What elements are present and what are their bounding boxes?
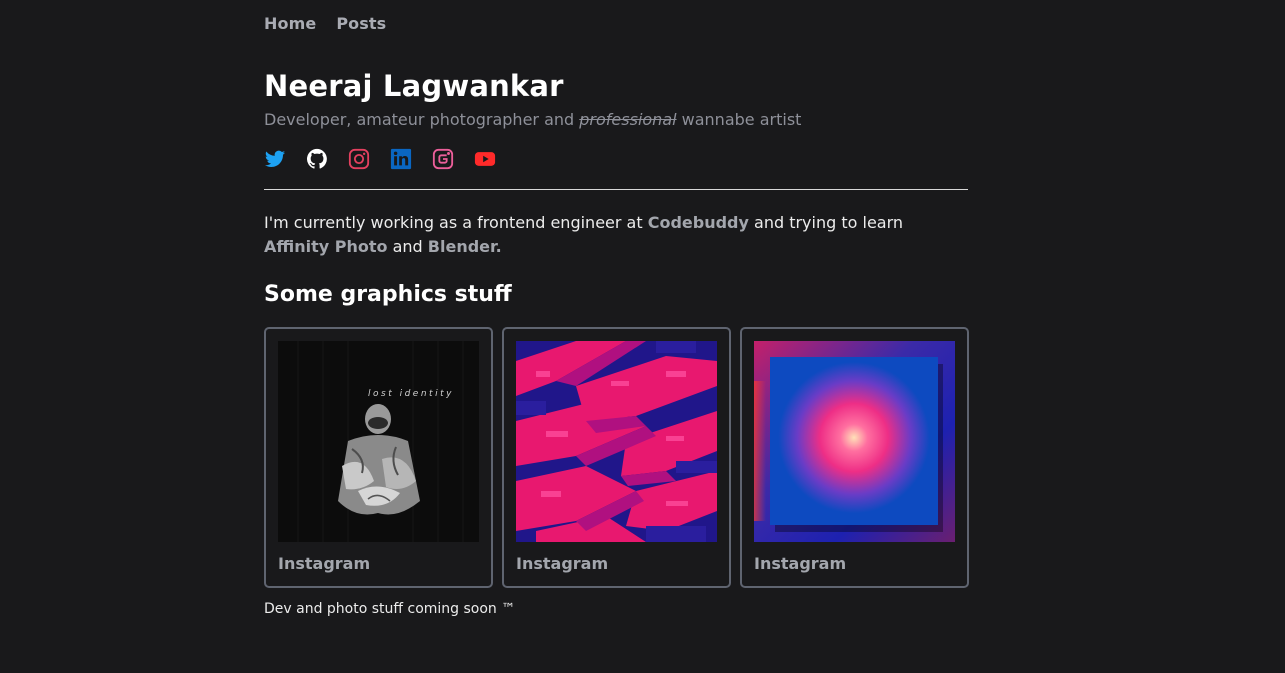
gradient-orb-artwork <box>754 341 955 542</box>
intro-text-2: and trying to learn <box>748 213 904 232</box>
intro-paragraph: I'm currently working as a frontend engi… <box>264 211 968 259</box>
card-label: Instagram <box>754 554 847 573</box>
affinity-photo-link[interactable]: Affinity Photo <box>264 237 388 256</box>
artwork-gradient-orb-image <box>754 341 955 542</box>
card-label: Instagram <box>278 554 371 573</box>
header-divider <box>264 189 968 190</box>
top-nav: Home Posts <box>264 14 386 34</box>
twitter-link[interactable] <box>264 148 286 170</box>
youtube-link[interactable] <box>474 148 496 170</box>
graphics-gallery: lost identity Instagram Instagram Instag… <box>264 327 969 588</box>
artwork-isometric-city-image <box>516 341 717 542</box>
linkedin-icon <box>390 148 412 170</box>
tagline-end: wannabe artist <box>676 110 802 129</box>
github-icon <box>306 148 327 169</box>
profile-name: Neeraj Lagwankar <box>264 69 564 103</box>
glitch-icon <box>432 148 454 170</box>
nav-home-link[interactable]: Home <box>264 14 316 34</box>
twitter-icon <box>264 150 286 167</box>
graphics-card-gradient-orb[interactable]: Instagram <box>740 327 969 588</box>
artwork-lost-identity-image: lost identity <box>278 341 479 542</box>
card-label: Instagram <box>516 554 609 573</box>
youtube-icon <box>474 152 496 166</box>
nav-posts-link[interactable]: Posts <box>336 14 386 34</box>
tagline-start: Developer, amateur photographer and <box>264 110 580 129</box>
codebuddy-link[interactable]: Codebuddy <box>648 213 749 232</box>
instagram-link[interactable] <box>348 148 370 170</box>
graphics-card-lost-identity[interactable]: lost identity Instagram <box>264 327 493 588</box>
tagline-struck-word: professional <box>579 110 677 129</box>
intro-text-3: and <box>387 237 428 256</box>
profile-tagline: Developer, amateur photographer and prof… <box>264 109 801 131</box>
artwork-caption: lost identity <box>368 389 454 399</box>
graphics-card-isometric-city[interactable]: Instagram <box>502 327 731 588</box>
linkedin-link[interactable] <box>390 148 412 170</box>
graphics-section-title: Some graphics stuff <box>264 282 512 307</box>
github-link[interactable] <box>306 148 328 170</box>
isometric-city-artwork <box>516 341 717 542</box>
lost-identity-artwork: lost identity <box>278 341 479 542</box>
footer-note: Dev and photo stuff coming soon ™ <box>264 601 516 617</box>
blender-link[interactable]: Blender. <box>428 237 502 256</box>
glitch-link[interactable] <box>432 148 454 170</box>
social-links <box>264 148 516 170</box>
intro-text-1: I'm currently working as a frontend engi… <box>264 213 648 232</box>
instagram-icon <box>348 148 370 170</box>
